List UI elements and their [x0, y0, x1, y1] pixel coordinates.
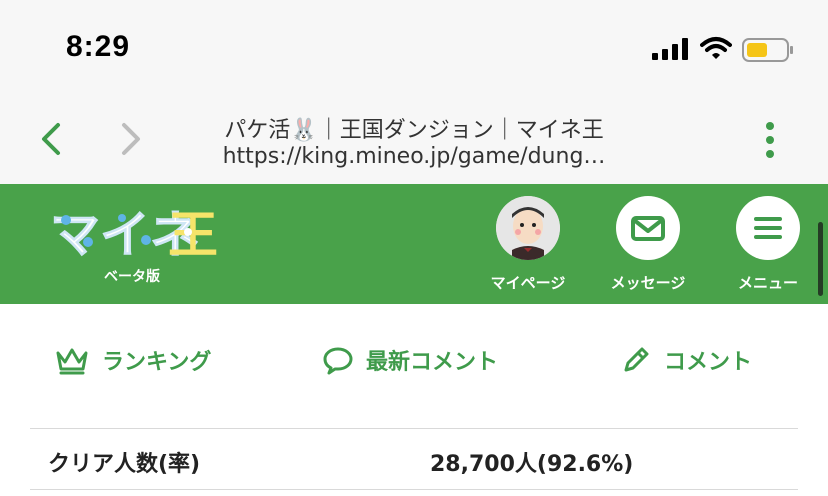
browser-page-title: パケ活🐰｜王国ダンジョン｜マイネ王 — [224, 118, 604, 143]
status-clock: 8:29 — [66, 30, 131, 63]
beta-label: ベータ版 — [104, 269, 160, 285]
envelope-icon — [631, 216, 665, 241]
mineo-king-logo[interactable]: マイネ 王 — [48, 202, 220, 263]
forward-arrow-icon[interactable] — [116, 122, 146, 156]
scrollbar[interactable] — [818, 222, 823, 296]
menu-label[interactable]: メニュー — [724, 272, 812, 293]
crown-icon — [56, 348, 88, 375]
message-label[interactable]: メッセージ — [596, 272, 700, 293]
avatar-icon — [496, 196, 560, 260]
cellular-signal-icon — [652, 38, 688, 60]
back-arrow-icon[interactable] — [36, 122, 66, 156]
mypage-label[interactable]: マイページ — [476, 272, 580, 293]
divider — [30, 489, 798, 490]
pencil-icon — [624, 347, 649, 372]
mypage-button[interactable] — [496, 196, 560, 260]
battery-icon — [742, 38, 793, 62]
speech-bubble-icon — [323, 347, 353, 375]
browser-url[interactable]: https://king.mineo.jp/game/dung… — [150, 144, 678, 169]
latest-comments-label[interactable]: 最新コメント — [366, 344, 498, 376]
more-vertical-icon[interactable] — [760, 120, 780, 160]
ranking-link[interactable]: ランキング — [54, 340, 211, 380]
clear-count-label: クリア人数(率) — [48, 452, 201, 477]
comment-label[interactable]: コメント — [664, 344, 752, 376]
hamburger-icon — [754, 217, 782, 239]
message-button[interactable] — [616, 196, 680, 260]
ranking-label[interactable]: ランキング — [102, 344, 211, 376]
clear-count-value: 28,700人(92.6%) — [430, 452, 634, 477]
menu-button[interactable] — [736, 196, 800, 260]
comment-link[interactable]: コメント — [620, 340, 752, 380]
latest-comments-link[interactable]: 最新コメント — [322, 340, 498, 380]
wifi-icon — [700, 37, 732, 59]
svg-text:王: 王 — [168, 206, 218, 262]
divider — [30, 428, 798, 429]
